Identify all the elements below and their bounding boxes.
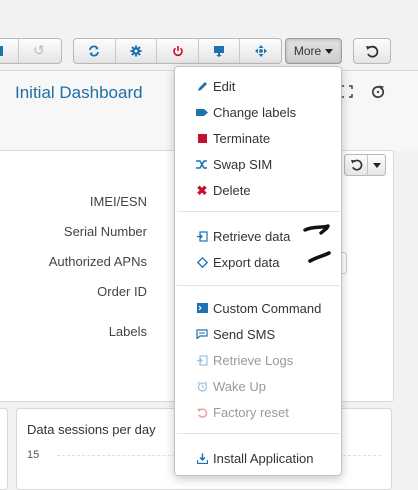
menu-item-delete[interactable]: ✖ Delete <box>175 177 341 203</box>
menu-divider <box>177 285 339 286</box>
delete-icon: ✖ <box>196 182 208 198</box>
move-button[interactable] <box>239 39 281 63</box>
terminal-icon <box>196 302 208 314</box>
menu-item-terminate[interactable]: Terminate <box>175 125 341 151</box>
menu-item-edit[interactable]: Edit <box>175 73 341 99</box>
move-icon <box>254 45 267 57</box>
divider <box>367 155 368 175</box>
serial-number-label: Serial Number <box>63 224 147 239</box>
upload-icon <box>214 46 225 57</box>
page-title: Initial Dashboard <box>15 83 143 102</box>
menu-item-label: Terminate <box>213 130 271 146</box>
more-dropdown-button[interactable]: More <box>285 38 342 64</box>
undo-icon <box>366 45 379 58</box>
upload-button[interactable] <box>197 39 240 63</box>
power-icon <box>172 46 183 57</box>
menu-item-label: Send SMS <box>213 326 276 342</box>
more-label: More <box>293 44 322 58</box>
labels-label: Labels <box>108 324 147 339</box>
sync-icon <box>89 45 100 57</box>
menu-item-label: Retrieve data <box>213 228 291 244</box>
menu-item-label: Retrieve Logs <box>213 352 294 368</box>
menu-item-swap-sim[interactable]: Swap SIM <box>175 151 341 177</box>
menu-item-label: Export data <box>213 254 280 270</box>
stop-icon <box>196 132 208 144</box>
logs-icon <box>196 354 208 366</box>
tag-icon <box>196 106 208 118</box>
menu-item-label: Swap SIM <box>213 156 273 172</box>
menu-item-label: Factory reset <box>213 404 289 420</box>
shuffle-icon <box>196 158 208 170</box>
menu-item-label: Delete <box>213 182 251 198</box>
caret-down-icon[interactable] <box>373 163 381 168</box>
menu-divider <box>177 211 339 212</box>
menu-divider <box>177 433 339 434</box>
menu-item-label: Custom Command <box>213 300 322 316</box>
sms-icon <box>196 328 208 340</box>
reset-icon <box>196 406 208 418</box>
refresh-icon[interactable] <box>371 85 385 99</box>
sync-button[interactable] <box>74 39 115 63</box>
caret-down-icon <box>325 48 334 54</box>
menu-item-label: Change labels <box>213 104 297 120</box>
gear-icon <box>130 45 142 57</box>
pencil-icon <box>196 80 208 92</box>
y-tick-label: 15 <box>27 449 40 461</box>
divider <box>18 39 19 63</box>
more-actions-menu: Edit Change labels Terminate Swap SIM ✖ … <box>174 66 342 476</box>
order-id-label: Order ID <box>97 284 147 299</box>
menu-item-factory-reset: Factory reset <box>175 399 341 425</box>
settings-button[interactable] <box>114 39 157 63</box>
install-icon <box>196 452 208 464</box>
view-button-group: ↺ <box>0 38 62 64</box>
panel-refresh-split-button[interactable] <box>344 154 386 176</box>
menu-item-wake-up: Wake Up <box>175 373 341 399</box>
power-button[interactable] <box>156 39 198 63</box>
menu-item-send-sms[interactable]: Send SMS <box>175 321 341 347</box>
list-icon[interactable] <box>0 46 3 56</box>
undo-icon <box>350 159 363 171</box>
authorized-apns-label: Authorized APNs <box>48 254 147 269</box>
action-button-group <box>73 38 282 64</box>
menu-item-custom-command[interactable]: Custom Command <box>175 295 341 321</box>
retrieve-icon <box>196 230 208 242</box>
export-icon <box>196 256 208 268</box>
undo-button[interactable] <box>353 38 391 64</box>
widget-left <box>0 408 8 490</box>
menu-item-label: Install Application <box>213 450 314 466</box>
menu-item-label: Edit <box>213 78 236 94</box>
menu-item-retrieve-logs: Retrieve Logs <box>175 347 341 373</box>
imei-label: IMEI/ESN <box>89 194 147 209</box>
alarm-icon <box>196 380 208 392</box>
undo-icon[interactable]: ↺ <box>33 42 45 59</box>
menu-item-label: Wake Up <box>213 378 266 394</box>
menu-item-change-labels[interactable]: Change labels <box>175 99 341 125</box>
scribble-mark <box>303 224 331 263</box>
widget-title: Data sessions per day <box>27 422 156 437</box>
menu-item-install-application[interactable]: Install Application <box>175 445 341 471</box>
